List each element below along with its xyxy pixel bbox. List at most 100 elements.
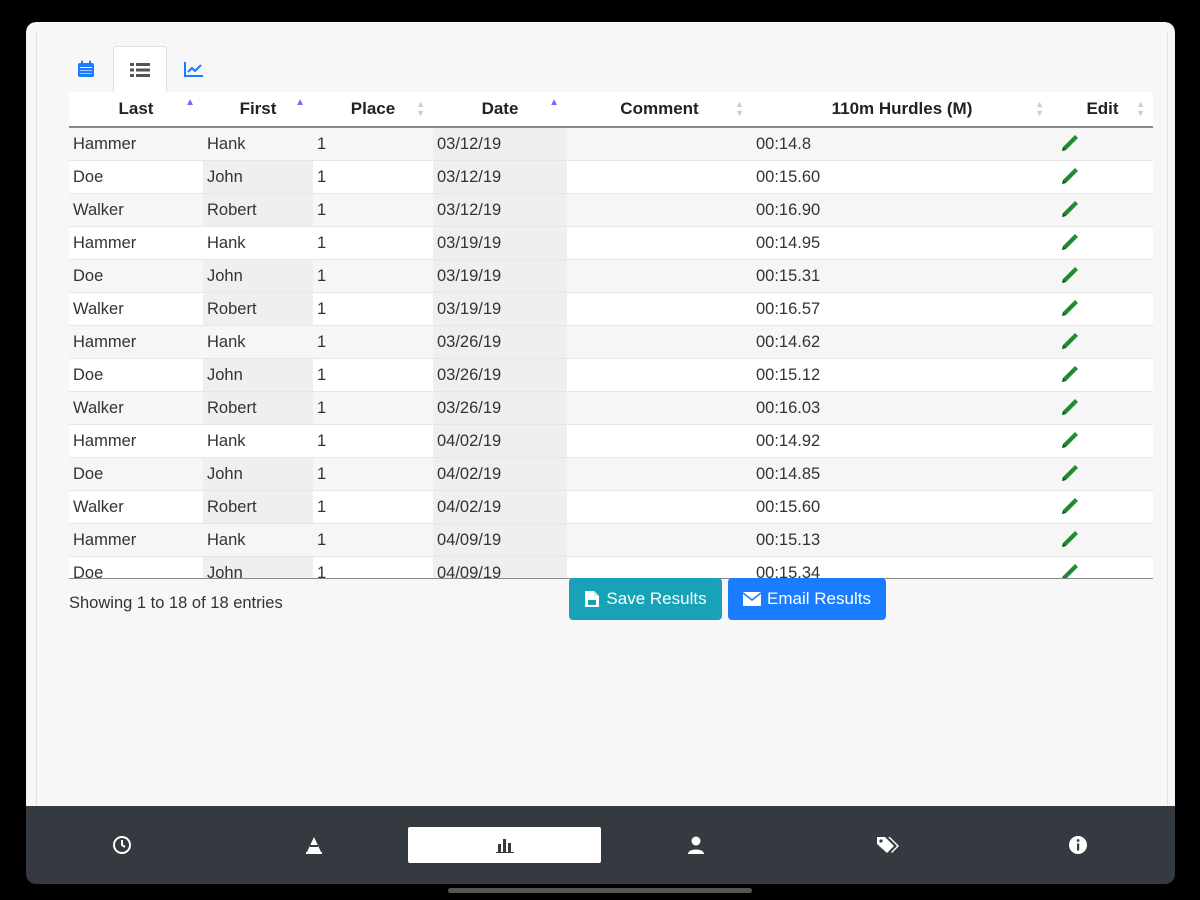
pencil-icon[interactable] [1058,562,1080,578]
view-tabs [59,46,221,92]
column-header-edit[interactable]: Edit ▲ ▼ [1052,92,1153,128]
cell-time: 00:14.95 [752,226,1052,260]
cell-date: 03/12/19 [433,127,567,161]
cell-time: 00:14.85 [752,457,1052,491]
table-row: Hammer Hank 1 04/09/19 00:15.13 [69,523,1153,557]
pencil-icon[interactable] [1058,232,1080,254]
column-header-event-time[interactable]: 110m Hurdles (M) ▲ ▼ [752,92,1052,128]
pencil-icon[interactable] [1058,166,1080,188]
pencil-icon[interactable] [1058,463,1080,485]
cell-last: Hammer [69,325,203,359]
tab-chart[interactable] [167,46,221,92]
column-header-date[interactable]: Date ▲ [433,92,567,128]
cell-date: 03/19/19 [433,292,567,326]
cell-edit [1052,556,1153,578]
cell-place: 1 [313,325,433,359]
cell-date: 04/02/19 [433,457,567,491]
pencil-icon[interactable] [1058,397,1080,419]
pencil-icon[interactable] [1058,199,1080,221]
cell-time: 00:16.57 [752,292,1052,326]
pencil-icon[interactable] [1058,364,1080,386]
cell-date: 03/12/19 [433,193,567,227]
sort-asc-icon: ▲ [185,97,195,108]
cell-first: Robert [203,193,313,227]
cell-place: 1 [313,490,433,524]
cell-first: Robert [203,490,313,524]
nav-info[interactable] [1038,827,1118,863]
results-table-container[interactable]: Last ▲ First ▲ Place ▲ ▼ Date ▲ Comment ▲ ▼ 110… [69,92,1153,579]
results-table: Last ▲ First ▲ Place ▲ ▼ Date ▲ Comment ▲ ▼ 110… [69,92,1153,578]
cell-last: Doe [69,259,203,293]
pencil-icon[interactable] [1058,529,1080,551]
cell-last: Walker [69,292,203,326]
cell-date: 03/26/19 [433,325,567,359]
email-button-label: Email Results [767,589,871,608]
cell-edit [1052,193,1153,227]
pencil-icon[interactable] [1058,133,1080,155]
cell-time: 00:15.31 [752,259,1052,293]
cell-place: 1 [313,259,433,293]
table-row: Hammer Hank 1 03/19/19 00:14.95 [69,226,1153,260]
tab-calendar[interactable] [59,46,113,92]
cell-last: Hammer [69,226,203,260]
pencil-icon[interactable] [1058,430,1080,452]
column-header-last[interactable]: Last ▲ [69,92,203,128]
cell-last: Doe [69,160,203,194]
cell-time: 00:15.60 [752,160,1052,194]
table-row: Walker Robert 1 03/26/19 00:16.03 [69,391,1153,425]
cell-edit [1052,457,1153,491]
cell-place: 1 [313,127,433,161]
column-header-place[interactable]: Place ▲ ▼ [313,92,433,128]
column-header-first[interactable]: First ▲ [203,92,313,128]
column-header-comment[interactable]: Comment ▲ ▼ [567,92,752,128]
nav-tags[interactable] [848,827,928,863]
cell-comment [567,490,752,524]
cell-edit [1052,226,1153,260]
cell-comment [567,127,752,161]
table-row: Doe John 1 04/02/19 00:14.85 [69,457,1153,491]
cell-date: 03/26/19 [433,358,567,392]
cell-last: Doe [69,457,203,491]
cell-comment [567,424,752,458]
pencil-icon[interactable] [1058,496,1080,518]
nav-results[interactable] [408,827,601,863]
cell-first: Hank [203,127,313,161]
nav-practice[interactable] [274,827,354,863]
cell-first: Robert [203,391,313,425]
tab-list[interactable] [113,46,167,92]
sort-both-icon: ▲ ▼ [735,99,744,118]
cell-last: Hammer [69,424,203,458]
table-row: Doe John 1 03/26/19 00:15.12 [69,358,1153,392]
table-header-row: Last ▲ First ▲ Place ▲ ▼ Date ▲ Comment ▲ ▼ 110… [69,92,1153,128]
cell-comment [567,226,752,260]
cell-edit [1052,424,1153,458]
save-results-button[interactable]: Save Results [569,578,722,620]
pencil-icon[interactable] [1058,298,1080,320]
bar-chart-icon [495,839,514,853]
cell-first: Robert [203,292,313,326]
cell-date: 03/19/19 [433,259,567,293]
cell-place: 1 [313,160,433,194]
cell-first: John [203,457,313,491]
table-row: Walker Robert 1 03/19/19 00:16.57 [69,292,1153,326]
cell-place: 1 [313,292,433,326]
email-results-button[interactable]: Email Results [728,578,886,620]
home-indicator [448,888,752,893]
nav-athletes[interactable] [656,827,736,863]
cell-place: 1 [313,226,433,260]
pencil-icon[interactable] [1058,265,1080,287]
save-file-icon [585,591,600,607]
nav-history[interactable] [82,827,162,863]
cone-icon [306,837,322,854]
cell-date: 03/26/19 [433,391,567,425]
column-label: First [239,99,277,118]
cell-comment [567,325,752,359]
cell-place: 1 [313,358,433,392]
cell-place: 1 [313,424,433,458]
cell-last: Walker [69,193,203,227]
cell-time: 00:14.92 [752,424,1052,458]
sort-both-icon: ▲ ▼ [416,99,425,118]
column-label: Place [350,99,396,118]
cell-place: 1 [313,193,433,227]
pencil-icon[interactable] [1058,331,1080,353]
